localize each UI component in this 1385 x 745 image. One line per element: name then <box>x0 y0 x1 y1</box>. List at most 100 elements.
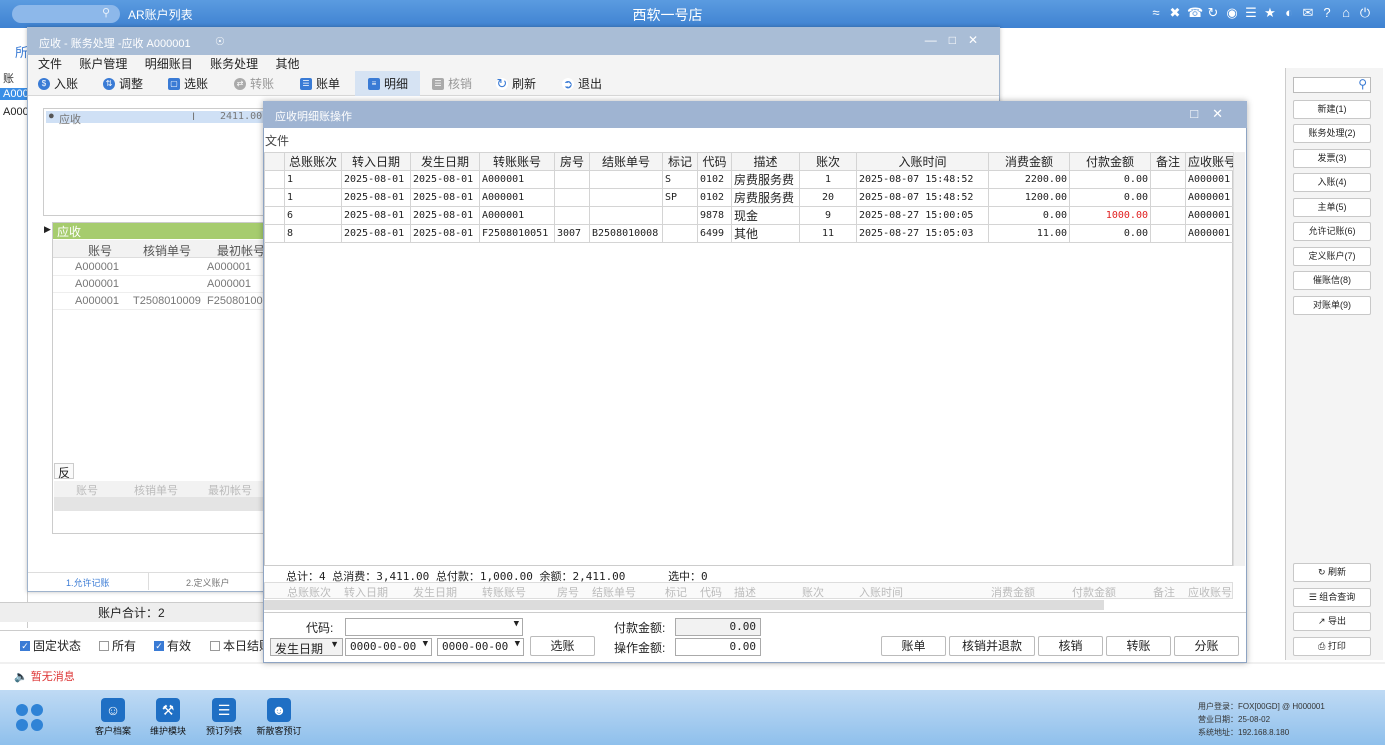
dock-maintenance[interactable]: ⚒ 维护模块 <box>141 698 195 737</box>
bill-button[interactable]: 账单 <box>881 636 946 656</box>
eye-icon[interactable]: ☉ <box>215 35 225 48</box>
col-description[interactable]: 描述 <box>731 152 800 171</box>
date-from-input[interactable]: 0000-00-00 ▼ <box>345 638 432 656</box>
tab-allow-posting[interactable]: 1.允许记账 <box>66 576 110 589</box>
menu-file[interactable]: 文件 <box>38 57 62 71</box>
transfer-button[interactable]: 转账 <box>1106 636 1171 656</box>
power-icon[interactable]: ⏻ <box>1358 5 1375 21</box>
tree-item-ar[interactable]: ● 应收 I 2411.00 <box>46 110 264 126</box>
toolbar-transfer-button[interactable]: ⇄ 转账 <box>234 75 274 92</box>
col-occur-date[interactable]: 发生日期 <box>410 152 480 171</box>
collapse-arrow-icon[interactable]: ▶ <box>44 224 51 235</box>
operation-amount-input[interactable]: 0.00 <box>675 638 761 656</box>
code-select[interactable]: ▼ <box>345 618 523 636</box>
new-button[interactable]: 新建(1) <box>1293 100 1371 119</box>
select-account-button[interactable]: 选账 <box>530 636 595 656</box>
menu-icon[interactable]: ☰ <box>1244 5 1261 21</box>
account-row[interactable]: A000 <box>3 106 29 118</box>
master-button[interactable]: 主单(5) <box>1293 198 1371 217</box>
toolbar-bill-button[interactable]: ☰ 账单 <box>300 75 340 92</box>
home-icon[interactable]: ⌂ <box>1339 5 1356 21</box>
col-transfer-date[interactable]: 转入日期 <box>341 152 411 171</box>
col-post-time[interactable]: 入账时间 <box>856 152 989 171</box>
mail-icon[interactable]: ✉ <box>1301 5 1318 21</box>
dock-reservation-list[interactable]: ☰ 预订列表 <box>197 698 251 737</box>
maximize-icon[interactable]: □ <box>949 33 968 47</box>
all-checkbox[interactable]: 所有 <box>99 637 136 654</box>
top-search-input[interactable]: ⚲ <box>12 5 120 23</box>
col-flag[interactable]: 标记 <box>662 152 698 171</box>
dialog-menu-file[interactable]: 文件 <box>265 132 289 149</box>
toolbar-detail-button[interactable]: ≡ 明细 <box>368 75 408 92</box>
refresh-button[interactable]: ↻ 刷新 <box>1293 563 1371 582</box>
valid-checkbox[interactable]: ✓ 有效 <box>154 637 191 654</box>
maximize-icon[interactable]: □ <box>1190 106 1212 121</box>
date-to-input[interactable]: 0000-00-00 ▼ <box>437 638 524 656</box>
print-button[interactable]: ⎙ 打印 <box>1293 637 1371 656</box>
star-icon[interactable]: ★ <box>1263 5 1280 21</box>
fixed-status-checkbox[interactable]: ✓ 固定状态 <box>20 637 81 654</box>
writeoff-button[interactable]: 核销 <box>1038 636 1103 656</box>
today-checkout-checkbox[interactable]: 本日结账 <box>210 637 271 654</box>
allow-posting-button[interactable]: 允许记账(6) <box>1293 222 1371 241</box>
minimize-icon[interactable]: — <box>925 33 949 47</box>
reverse-scrollbar[interactable] <box>54 497 264 511</box>
menu-account-processing[interactable]: 账务处理 <box>210 57 258 71</box>
grid-vertical-scrollbar[interactable] <box>1233 152 1245 566</box>
menu-other[interactable]: 其他 <box>275 57 299 71</box>
col-code[interactable]: 代码 <box>697 152 732 171</box>
toolbar-refresh-button[interactable]: ↻ 刷新 <box>496 75 536 92</box>
col-remark[interactable]: 备注 <box>1150 152 1186 171</box>
grid-horizontal-scrollbar[interactable] <box>264 600 1104 610</box>
toolbar-select-button[interactable]: ▢ 选账 <box>168 75 208 92</box>
col-transfer-account[interactable]: 转账账号 <box>479 152 555 171</box>
refresh-icon[interactable]: ↻ <box>1206 5 1223 21</box>
account-process-titlebar[interactable]: 应收 - 账务处理 -应收 A000001 ☉ —□✕ <box>27 27 1000 55</box>
toolbar-adjust-button[interactable]: ⇅ 调整 <box>103 75 143 92</box>
dunning-letter-button[interactable]: 催账信(8) <box>1293 271 1371 290</box>
col-seq[interactable]: 账次 <box>799 152 857 171</box>
menu-detail-items[interactable]: 明细账目 <box>145 57 193 71</box>
table-row[interactable]: 6 2025-08-01 2025-08-01 A000001 9878 现金 9 2025-… <box>264 206 1240 225</box>
invoice-button[interactable]: 发票(3) <box>1293 149 1371 168</box>
col-payment-amount[interactable]: 付款金额 <box>1069 152 1151 171</box>
combined-query-button[interactable]: ☰ 组合查询 <box>1293 588 1371 607</box>
table-row[interactable]: 8 2025-08-01 2025-08-01 F2508010051 3007 B250… <box>264 224 1240 243</box>
right-search-input[interactable]: ⚲ <box>1293 77 1371 93</box>
phone-icon[interactable]: ☎ <box>1187 5 1204 21</box>
export-button[interactable]: ↗ 导出 <box>1293 612 1371 631</box>
table-row[interactable]: 1 2025-08-01 2025-08-01 A000001 S 0102 房费服务费 1 2… <box>264 170 1240 189</box>
help-icon[interactable]: ? <box>1320 5 1337 21</box>
close-icon[interactable]: ✕ <box>1212 106 1237 121</box>
split-button[interactable]: 分账 <box>1174 636 1239 656</box>
date-type-select[interactable]: 发生日期 ▼ <box>270 638 343 656</box>
col-charge-amount[interactable]: 消费金额 <box>988 152 1070 171</box>
account-process-button[interactable]: 账务处理(2) <box>1293 124 1371 143</box>
writeoff-refund-button[interactable]: 核销并退款 <box>949 636 1035 656</box>
col-room[interactable]: 房号 <box>554 152 590 171</box>
toolbar-post-button[interactable]: $ 入账 <box>38 75 78 92</box>
dock-customer-profile[interactable]: ☺ 客户档案 <box>86 698 140 737</box>
ar-detail-dialog-titlebar[interactable]: 应收明细账操作 □✕ <box>263 101 1247 128</box>
table-row[interactable]: 1 2025-08-01 2025-08-01 A000001 SP 0102 房费服务费 2… <box>264 188 1240 207</box>
tools-icon[interactable]: ✖ <box>1168 5 1185 21</box>
statement-button[interactable]: 对账单(9) <box>1293 296 1371 315</box>
apps-grid-icon[interactable] <box>16 704 44 732</box>
table-row[interactable]: A000001 T2508010009 F250801005 <box>53 293 269 310</box>
define-account-button[interactable]: 定义账户(7) <box>1293 247 1371 266</box>
close-icon[interactable]: ✕ <box>968 33 990 47</box>
palette-icon[interactable]: ◉ <box>1225 5 1242 21</box>
toolbar-exit-button[interactable]: ➲ 退出 <box>562 75 602 92</box>
account-row[interactable]: A000 <box>0 88 29 100</box>
col-checkout-no[interactable]: 结账单号 <box>589 152 663 171</box>
post-button[interactable]: 入账(4) <box>1293 173 1371 192</box>
dock-new-walkin-reservation[interactable]: ☻ 新散客预订 <box>252 698 306 737</box>
menu-account-management[interactable]: 账户管理 <box>79 57 127 71</box>
table-row[interactable]: A000001 A000001 <box>53 276 265 293</box>
col-ar-account[interactable]: 应收账号 <box>1184 152 1240 171</box>
toolbar-writeoff-button[interactable]: ☰ 核销 <box>432 75 472 92</box>
table-row[interactable]: A000001 A000001 <box>53 259 265 276</box>
col-gl-seq[interactable]: 总账账次 <box>284 152 342 171</box>
wifi-icon[interactable]: ≈ <box>1149 5 1166 21</box>
tab-define-account[interactable]: 2.定义账户 <box>186 576 230 589</box>
